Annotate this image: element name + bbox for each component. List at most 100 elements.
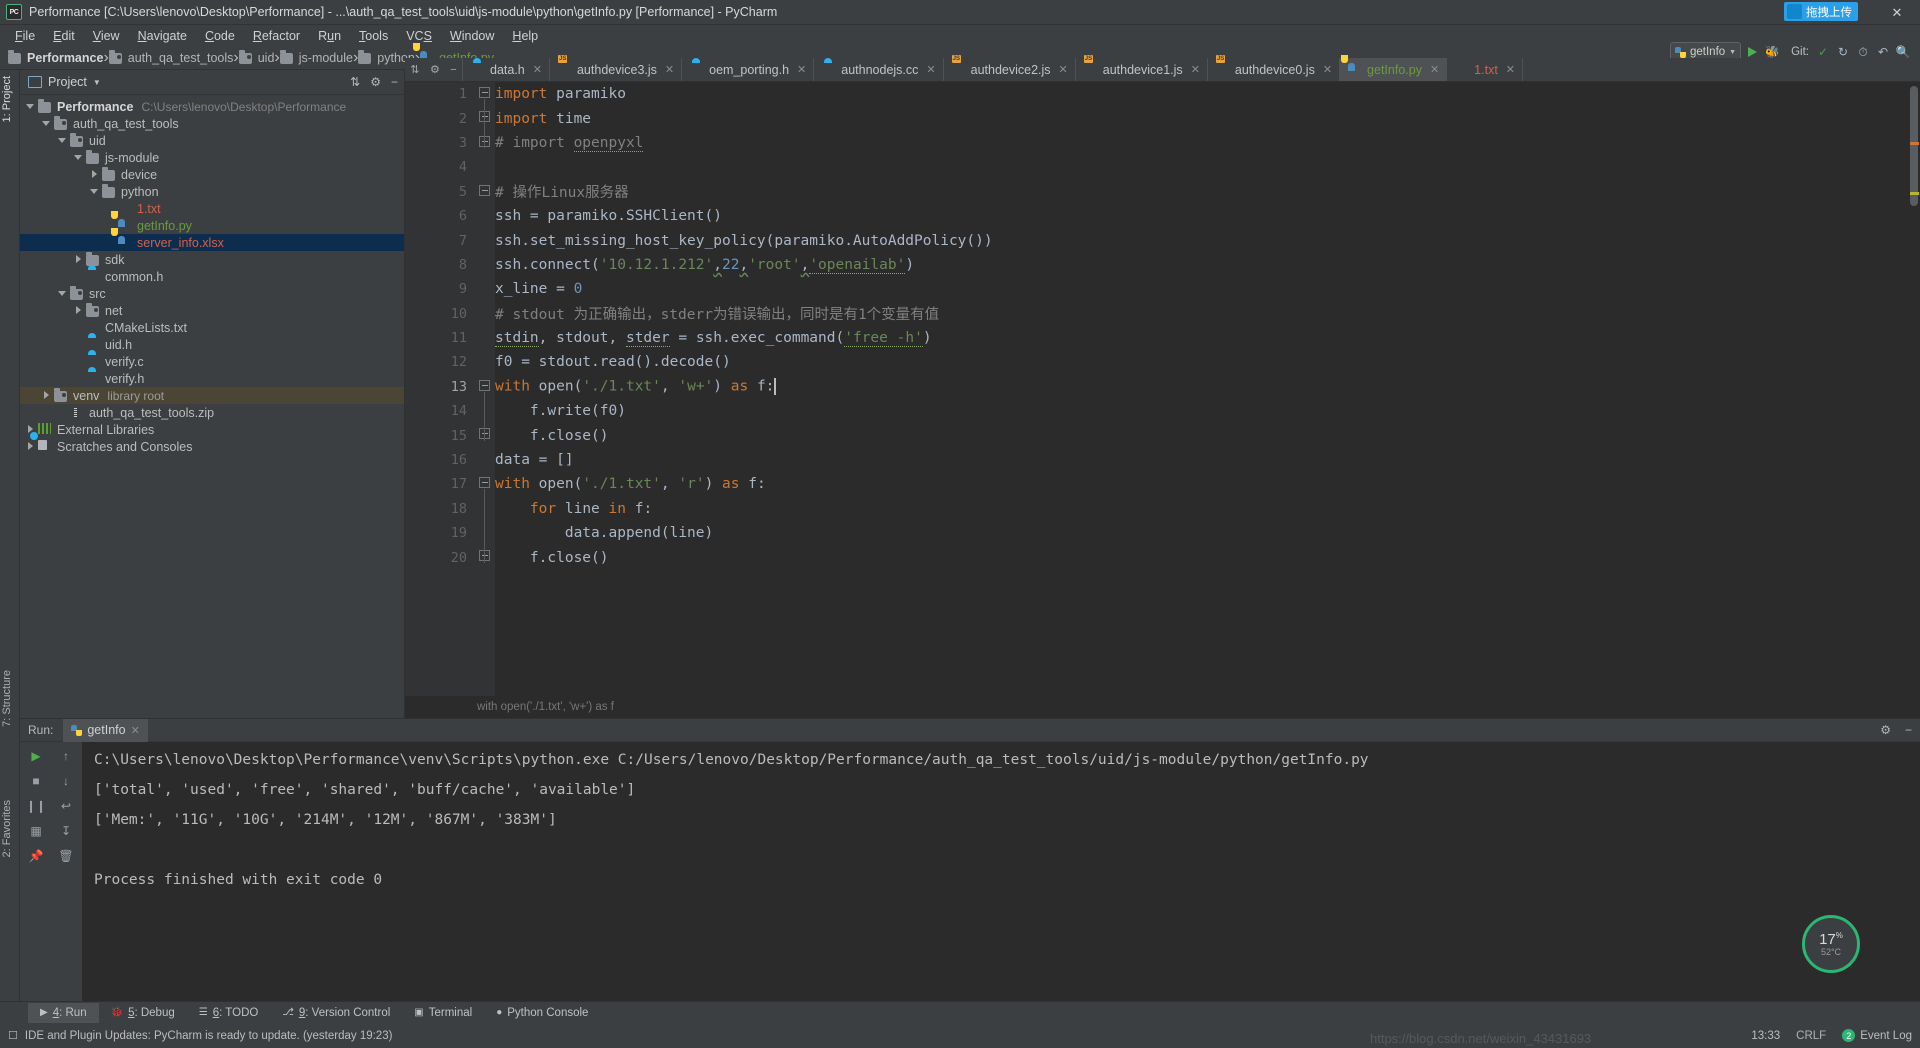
gear-icon[interactable]: ⚙	[370, 75, 381, 89]
tree-item-js-module[interactable]: js-module	[20, 149, 404, 166]
minimize-icon[interactable]: −	[450, 64, 456, 76]
chevron-down-icon[interactable]	[74, 153, 83, 162]
fold-marker-icon[interactable]	[479, 477, 492, 490]
editor-tab-oem_porting-h[interactable]: oem_porting.h ✕	[682, 58, 815, 81]
tree-item-python[interactable]: python	[20, 183, 404, 200]
soft-wrap-button[interactable]: ↩	[58, 798, 74, 814]
tool-window-debug[interactable]: 🐞 5: Debug	[99, 1003, 187, 1023]
editor-tab-authdevice1-js[interactable]: authdevice1.js ✕	[1075, 58, 1208, 81]
tree-item-server_info-xlsx[interactable]: server_info.xlsx	[20, 227, 404, 251]
tool-window-python-console[interactable]: ● Python Console	[484, 1003, 600, 1023]
gear-icon[interactable]: ⚙	[1880, 723, 1891, 737]
fold-marker-icon[interactable]	[479, 87, 492, 100]
tool-window-todo[interactable]: ☰ 6: TODO	[187, 1003, 271, 1023]
hide-icon[interactable]: −	[391, 75, 398, 89]
hide-icon[interactable]: −	[1905, 723, 1912, 737]
status-message[interactable]: IDE and Plugin Updates: PyCharm is ready…	[25, 1030, 393, 1042]
tree-item-verify-h[interactable]: verify.h	[20, 370, 404, 387]
menu-item-code[interactable]: Code	[196, 27, 244, 45]
tool-window-terminal[interactable]: ▣ Terminal	[402, 1003, 484, 1023]
tree-item-device[interactable]: device	[20, 166, 404, 183]
sidebar-item-favorites[interactable]: 2: Favorites	[1, 800, 19, 857]
chevron-down-icon[interactable]	[42, 119, 51, 128]
scroll-down-button[interactable]: ↓	[58, 773, 74, 789]
tree-item-venv[interactable]: venv library root	[20, 387, 404, 404]
tree-item-sdk[interactable]: sdk	[20, 251, 404, 268]
code-editor[interactable]: 1 import paramiko 2 import time 3 # import op…	[405, 82, 1920, 718]
collapse-icon[interactable]: ⇅	[410, 63, 419, 76]
status-line-ending[interactable]: CRLF	[1796, 1030, 1826, 1042]
menu-item-refactor[interactable]: Refactor	[244, 27, 309, 45]
pin-button[interactable]: 📌	[28, 848, 44, 864]
menu-item-file[interactable]: File	[6, 27, 44, 45]
chevron-right-icon[interactable]	[74, 255, 83, 264]
scroll-end-button[interactable]: ↧	[58, 823, 74, 839]
menu-item-help[interactable]: Help	[503, 27, 547, 45]
close-icon[interactable]: ✕	[1323, 63, 1332, 76]
close-icon[interactable]: ✕	[1430, 63, 1439, 76]
tree-item-performance[interactable]: Performance C:\Users\lenovo\Desktop\Perfo…	[20, 98, 404, 115]
chevron-down-icon[interactable]	[58, 289, 67, 298]
close-icon[interactable]: ✕	[131, 724, 140, 737]
menu-item-run[interactable]: Run	[309, 27, 350, 45]
close-icon[interactable]: ✕	[1059, 63, 1068, 76]
clear-all-button[interactable]: 🗑	[58, 848, 74, 864]
sidebar-item-project[interactable]: 1: Project	[1, 76, 19, 122]
chevron-down-icon[interactable]	[58, 136, 67, 145]
menu-item-view[interactable]: View	[84, 27, 129, 45]
run-tab-getinfo[interactable]: getInfo ✕	[63, 718, 148, 742]
breadcrumb-item-js-module[interactable]: js-module	[279, 50, 353, 65]
upload-button[interactable]: 拖拽上传	[1784, 2, 1858, 21]
tool-window-run[interactable]: ▶ 4: Run	[28, 1002, 99, 1023]
fold-marker-icon[interactable]	[479, 184, 492, 198]
tree-item-src[interactable]: src	[20, 285, 404, 302]
editor-tab-authnodejs-cc[interactable]: authnodejs.cc ✕	[814, 58, 944, 81]
chevron-down-icon[interactable]	[26, 102, 35, 111]
close-icon[interactable]: ✕	[665, 63, 674, 76]
gear-icon[interactable]: ⚙	[430, 63, 440, 76]
breadcrumb-item-auth_qa_test_tools[interactable]: auth_qa_test_tools	[108, 50, 233, 65]
menu-item-window[interactable]: Window	[441, 27, 503, 45]
chevron-right-icon[interactable]	[42, 391, 51, 400]
stop-button[interactable]: ■	[28, 773, 44, 789]
event-log-button[interactable]: 2 Event Log	[1842, 1029, 1912, 1042]
close-icon[interactable]: ✕	[926, 63, 935, 76]
editor-tab-getinfo-py[interactable]: getInfo.py ✕	[1340, 54, 1448, 81]
tree-item-cmakelists-txt[interactable]: CMakeLists.txt	[20, 319, 404, 336]
tree-item-getinfo-py[interactable]: getInfo.py	[20, 210, 404, 234]
tree-item-auth_qa_test_tools-zip[interactable]: auth_qa_test_tools.zip	[20, 404, 404, 421]
tool-window-version-control[interactable]: ⎇ 9: Version Control	[270, 1003, 402, 1023]
breadcrumb-item-performance[interactable]: Performance	[8, 50, 103, 65]
close-button[interactable]: ✕	[1874, 0, 1920, 25]
editor-tab-authdevice0-js[interactable]: authdevice0.js ✕	[1207, 58, 1341, 81]
rerun-button[interactable]: ▶	[28, 748, 44, 764]
tree-item-scratches-and-consoles[interactable]: Scratches and Consoles	[20, 438, 404, 455]
editor-tab-data-h[interactable]: data.h ✕	[463, 58, 550, 81]
menu-item-tools[interactable]: Tools	[350, 27, 397, 45]
chevron-right-icon[interactable]	[90, 170, 99, 179]
tree-item-uid[interactable]: uid	[20, 132, 404, 149]
fold-marker-icon[interactable]	[479, 428, 492, 441]
tree-item-external-libraries[interactable]: External Libraries	[20, 421, 404, 438]
close-icon[interactable]: ✕	[797, 63, 806, 76]
chevron-down-icon[interactable]	[90, 187, 99, 196]
tree-item-auth_qa_test_tools[interactable]: auth_qa_test_tools	[20, 115, 404, 132]
editor-tab-authdevice3-js[interactable]: authdevice3.js ✕	[549, 58, 683, 81]
menu-item-navigate[interactable]: Navigate	[129, 27, 196, 45]
editor-tab-authdevice2-js[interactable]: authdevice2.js ✕	[943, 58, 1076, 81]
collapse-all-icon[interactable]: ⇅	[350, 75, 360, 89]
breadcrumb-item-uid[interactable]: uid	[238, 50, 274, 65]
fold-marker-icon[interactable]	[479, 111, 492, 124]
tree-item-common-h[interactable]: common.h	[20, 268, 404, 285]
chevron-right-icon[interactable]	[74, 306, 83, 315]
print-button[interactable]: ▦	[28, 823, 44, 839]
error-marker[interactable]	[1910, 142, 1919, 145]
tree-item-verify-c[interactable]: verify.c	[20, 353, 404, 370]
chevron-right-icon[interactable]	[26, 442, 35, 451]
editor-tab-1-txt[interactable]: 1.txt ✕	[1447, 58, 1524, 81]
pause-button[interactable]: ❙❙	[26, 798, 46, 814]
scroll-up-button[interactable]: ↑	[58, 748, 74, 764]
tree-item-1-txt[interactable]: 1.txt	[20, 200, 404, 217]
fold-marker-icon[interactable]	[479, 135, 492, 149]
chevron-down-icon[interactable]: ▼	[93, 78, 101, 87]
